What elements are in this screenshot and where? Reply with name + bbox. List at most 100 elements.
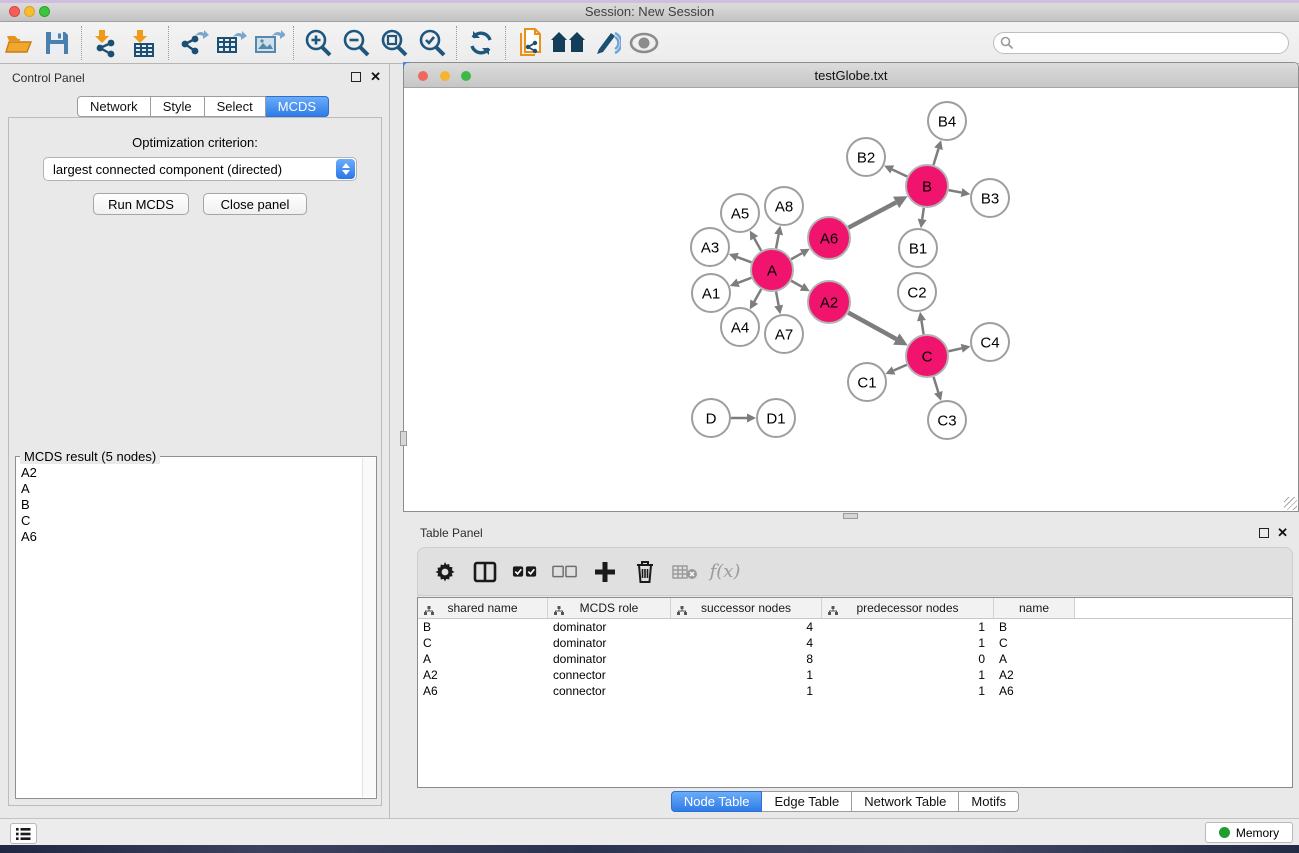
desktop-background (0, 845, 1299, 853)
hide-annotations-icon[interactable] (587, 25, 625, 61)
graph-edge[interactable] (848, 202, 896, 227)
tab-network[interactable]: Network (77, 96, 151, 117)
result-scrollbar[interactable] (362, 458, 376, 797)
function-builder-icon: f(x) (712, 561, 738, 582)
splitter-handle[interactable] (843, 513, 858, 519)
column-header-MCDS-role[interactable]: MCDS role (548, 598, 671, 618)
zoom-selected-icon[interactable] (413, 25, 451, 61)
tab-network-table[interactable]: Network Table (852, 791, 959, 812)
zoom-out-icon[interactable] (337, 25, 375, 61)
mcds-result-box: MCDS result (5 nodes) A2ABCA6 (15, 456, 377, 799)
table-row[interactable]: Adominator80A (418, 651, 1292, 667)
column-header-label: name (1019, 601, 1049, 615)
graph-edge[interactable] (894, 365, 907, 371)
graph-edge[interactable] (754, 238, 761, 251)
run-mcds-button[interactable]: Run MCDS (93, 193, 189, 215)
tab-edge-table[interactable]: Edge Table (762, 791, 852, 812)
unselect-all-columns-icon[interactable] (552, 565, 578, 579)
graph-edge[interactable] (921, 321, 923, 335)
delete-columns-icon[interactable] (632, 560, 658, 584)
close-panel-icon[interactable]: ✕ (1277, 525, 1288, 541)
home-icon[interactable] (549, 25, 587, 61)
node-label: B4 (938, 114, 956, 131)
edge-arrowhead-icon (747, 414, 756, 423)
control-panel-title: Control Panel (12, 71, 85, 85)
close-panel-button[interactable]: Close panel (203, 193, 307, 215)
graph-edge[interactable] (949, 190, 962, 192)
graph-edge[interactable] (934, 377, 939, 392)
table-panel-title: Table Panel (420, 526, 483, 540)
export-table-icon[interactable] (212, 25, 250, 61)
splitter-handle[interactable] (400, 431, 407, 446)
tab-node-table[interactable]: Node Table (671, 791, 763, 812)
table-cell: dominator (548, 619, 671, 635)
graph-edge[interactable] (933, 149, 938, 165)
graph-edge[interactable] (738, 278, 751, 283)
table-cell: 1 (822, 683, 994, 699)
import-table-icon[interactable] (125, 25, 163, 61)
search-input[interactable] (993, 32, 1289, 54)
network-canvas[interactable]: AA1A2A3A4A5A6A7A8BB1B2B3B4CC1C2C3C4DD1 (404, 88, 1298, 511)
tab-motifs[interactable]: Motifs (959, 791, 1019, 812)
toolbar-separator (81, 26, 82, 60)
import-network-icon[interactable] (87, 25, 125, 61)
memory-button[interactable]: Memory (1205, 822, 1293, 843)
column-header-name[interactable]: name (994, 598, 1075, 618)
graph-edge[interactable] (791, 253, 802, 259)
network-window-titlebar[interactable]: testGlobe.txt (404, 63, 1298, 88)
edge-arrowhead-icon (934, 391, 943, 401)
result-node-item[interactable]: A2 (16, 465, 363, 481)
criterion-dropdown[interactable]: largest connected component (directed) (43, 157, 357, 181)
resize-grip-icon[interactable] (1284, 497, 1297, 510)
tab-mcds[interactable]: MCDS (266, 96, 329, 117)
dropdown-stepper-icon (336, 159, 355, 179)
show-graphics-details-icon[interactable] (625, 25, 663, 61)
float-panel-icon[interactable] (351, 72, 361, 82)
clone-network-icon[interactable] (511, 25, 549, 61)
show-columns-icon[interactable] (472, 560, 498, 584)
column-type-icon (828, 604, 838, 618)
zoom-in-icon[interactable] (299, 25, 337, 61)
table-row[interactable]: Cdominator41C (418, 635, 1292, 651)
save-session-icon[interactable] (38, 25, 76, 61)
float-panel-icon[interactable] (1259, 528, 1269, 538)
graph-edge[interactable] (922, 208, 924, 220)
table-row[interactable]: A6connector11A6 (418, 683, 1292, 699)
apply-layout-icon[interactable] (462, 25, 500, 61)
table-cell: 1 (822, 667, 994, 683)
result-node-item[interactable]: A (16, 481, 363, 497)
table-row[interactable]: Bdominator41B (418, 619, 1292, 635)
graph-edge[interactable] (791, 281, 802, 287)
open-session-icon[interactable] (0, 25, 38, 61)
graph-edge[interactable] (948, 348, 961, 351)
graph-edge[interactable] (737, 257, 751, 262)
graph-edge[interactable] (776, 235, 779, 249)
graph-edge[interactable] (754, 289, 761, 302)
task-history-button[interactable] (10, 823, 37, 844)
result-node-item[interactable]: C (16, 513, 363, 529)
table-row[interactable]: A2connector11A2 (418, 667, 1292, 683)
tab-style[interactable]: Style (151, 96, 205, 117)
create-column-icon[interactable] (592, 561, 618, 583)
result-node-item[interactable]: A6 (16, 529, 363, 545)
graph-edge[interactable] (892, 169, 907, 176)
table-panel: Table Panel ✕ f(x) shared nameMCDS roles… (391, 520, 1299, 818)
close-panel-icon[interactable]: ✕ (370, 69, 381, 85)
export-network-icon[interactable] (174, 25, 212, 61)
export-image-icon[interactable] (250, 25, 288, 61)
node-label: A (767, 263, 777, 280)
result-node-item[interactable]: B (16, 497, 363, 513)
memory-label: Memory (1236, 826, 1279, 840)
column-header-predecessor-nodes[interactable]: predecessor nodes (822, 598, 994, 618)
column-header-shared-name[interactable]: shared name (418, 598, 548, 618)
select-all-columns-icon[interactable] (512, 565, 538, 579)
table-options-gear-icon[interactable] (432, 561, 458, 583)
graph-edge[interactable] (848, 313, 896, 339)
table-cell: connector (548, 667, 671, 683)
tab-select[interactable]: Select (205, 96, 266, 117)
column-header-successor-nodes[interactable]: successor nodes (671, 598, 822, 618)
zoom-fit-icon[interactable] (375, 25, 413, 61)
graph-edge[interactable] (776, 292, 779, 306)
edge-arrowhead-icon (917, 312, 926, 322)
table-cell: A2 (994, 667, 1075, 683)
